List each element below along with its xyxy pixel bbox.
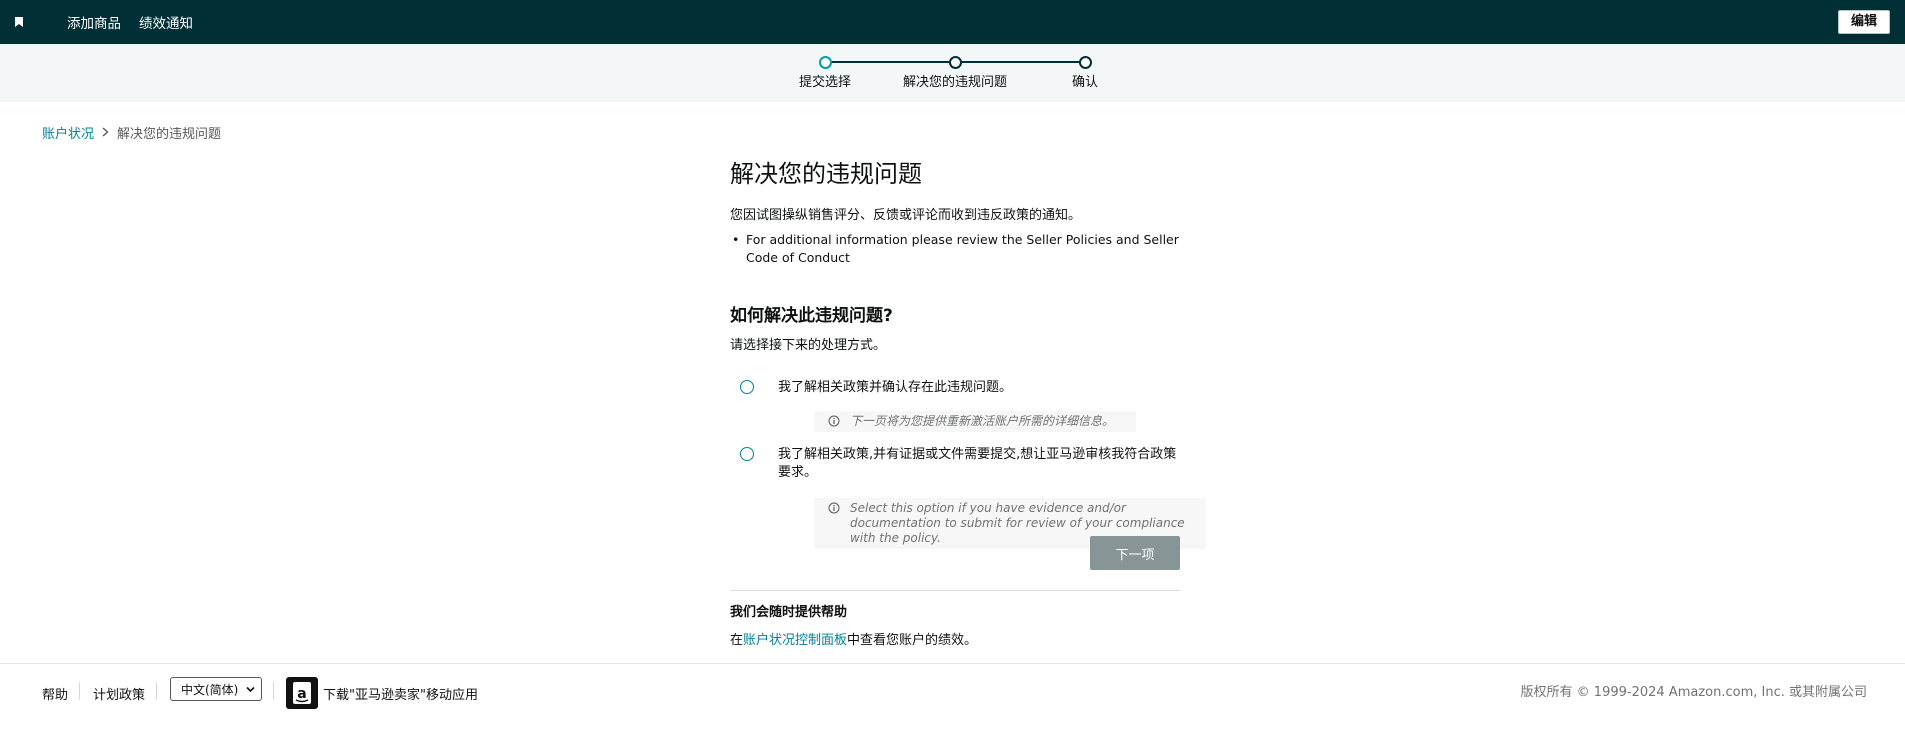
footer-policies-link[interactable]: 计划政策 — [93, 684, 145, 703]
step-connector — [830, 61, 956, 63]
copyright-text: 版权所有 © 1999-2024 Amazon.com, Inc. 或其附属公司 — [1520, 685, 1867, 700]
option-acknowledge-hint: 下一页将为您提供重新激活账户所需的详细信息。 — [814, 411, 1136, 432]
option-submit-evidence-label[interactable]: 我了解相关政策,并有证据或文件需要提交,想让亚马逊审核我符合政策要求。 — [778, 446, 1178, 482]
option-acknowledge-label[interactable]: 我了解相关政策并确认存在此违规问题。 — [778, 379, 1180, 397]
top-navigation-bar: 添加商品 绩效通知 编辑 — [0, 0, 1905, 44]
language-select-value: 中文(简体) — [181, 682, 239, 697]
help-text-suffix: 中查看您账户的绩效。 — [847, 633, 978, 648]
help-text-prefix: 在 — [730, 633, 744, 648]
help-text: 在账户状况控制面板中查看您账户的绩效。 — [730, 629, 977, 648]
main-content: 解决您的违规问题 您因试图操纵销售评分、反馈或评论而收到违反政策的通知。 For… — [730, 158, 1206, 648]
info-icon — [828, 415, 840, 427]
footer-separator — [156, 682, 157, 700]
breadcrumb-account-health[interactable]: 账户状况 — [42, 123, 94, 142]
hint-text: 下一页将为您提供重新激活账户所需的详细信息。 — [850, 414, 1115, 428]
seller-app-icon[interactable]: a — [286, 677, 318, 709]
step-label-resolve: 解决您的违规问题 — [902, 75, 1008, 90]
radio-acknowledge[interactable] — [740, 380, 754, 394]
edit-button[interactable]: 编辑 — [1837, 10, 1890, 34]
radio-submit-evidence[interactable] — [740, 447, 754, 461]
footer-help-link[interactable]: 帮助 — [42, 684, 68, 703]
footer-separator — [273, 682, 274, 700]
download-app-link[interactable]: 下载"亚马逊卖家"移动应用 — [323, 684, 478, 703]
policy-info-bullet: For additional information please review… — [730, 231, 1180, 267]
chevron-down-icon — [246, 686, 255, 693]
step-label-submit: 提交选择 — [798, 75, 852, 90]
nav-add-product[interactable]: 添加商品 — [67, 12, 121, 32]
bookmark-icon[interactable] — [15, 17, 23, 27]
page-title: 解决您的违规问题 — [730, 160, 922, 188]
step-label-confirm: 确认 — [1071, 75, 1099, 90]
section-subtitle: 请选择接下来的处理方式。 — [730, 338, 887, 353]
info-icon — [828, 502, 840, 514]
section-title: 如何解决此违规问题? — [730, 306, 893, 326]
step-dot — [949, 56, 962, 69]
account-health-dashboard-link[interactable]: 账户状况控制面板 — [743, 633, 847, 648]
progress-stepper-band: 提交选择 解决您的违规问题 确认 — [0, 44, 1905, 102]
step-connector — [960, 61, 1082, 63]
svg-text:a: a — [297, 686, 306, 702]
divider — [730, 590, 1180, 591]
nav-performance-notifications[interactable]: 绩效通知 — [139, 12, 193, 32]
breadcrumb-current: 解决您的违规问题 — [117, 127, 222, 142]
violation-intro-text: 您因试图操纵销售评分、反馈或评论而收到违反政策的通知。 — [730, 208, 1082, 223]
step-dot — [1079, 56, 1092, 69]
step-dot-active — [819, 56, 832, 69]
progress-stepper: 提交选择 解决您的违规问题 确认 — [0, 44, 1905, 102]
chevron-right-icon — [102, 126, 109, 140]
language-select[interactable]: 中文(简体) — [170, 677, 262, 701]
breadcrumb: 账户状况 解决您的违规问题 — [42, 123, 221, 142]
footer: 帮助 计划政策 中文(简体) a 下载"亚马逊卖家"移动应用 版权所有 © 19… — [0, 663, 1905, 719]
footer-separator — [79, 682, 80, 700]
help-title: 我们会随时提供帮助 — [730, 605, 848, 620]
next-button[interactable]: 下一项 — [1090, 536, 1180, 570]
option-submit-evidence[interactable]: 我了解相关政策,并有证据或文件需要提交,想让亚马逊审核我符合政策要求。 Sele… — [730, 446, 1206, 549]
option-acknowledge[interactable]: 我了解相关政策并确认存在此违规问题。 下一页将为您提供重新激活账户所需的详细信息… — [730, 379, 1180, 432]
